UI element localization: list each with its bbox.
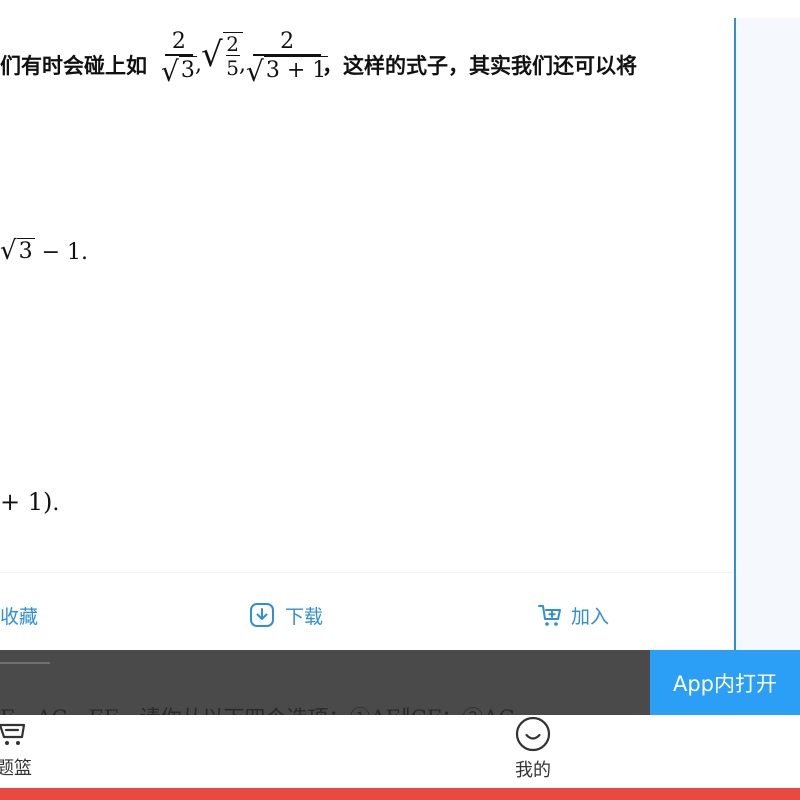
open-in-app-button[interactable]: App内打开 [650, 650, 800, 715]
tab-mine-label: 我的 [515, 760, 551, 781]
divider [0, 662, 50, 664]
expression-tail: − 1. [34, 240, 88, 265]
fraction-denominator: √ 3 + 1 [246, 54, 329, 88]
side-panel [736, 18, 800, 650]
problem-card: 们有时会碰上如 2 √ 3 , √ 2 5 , 2 √ 3 + 1 ，这样的式子，其… [0, 0, 735, 652]
tab-basket[interactable]: 题篮 [0, 715, 40, 780]
sqrt-2-over-5: √ 2 5 [201, 30, 243, 80]
tab-basket-label: 题篮 [0, 758, 32, 779]
problem-text-prefix: 们有时会碰上如 [0, 54, 147, 78]
download-label: 下载 [285, 605, 324, 628]
fraction-numerator: 2 [171, 29, 186, 54]
tab-mine[interactable]: 我的 [510, 715, 556, 782]
fraction-2-over-sqrt3-plus-1: 2 √ 3 + 1 [246, 29, 329, 88]
expression-sqrt3-minus-1: √ 3 − 1. [0, 236, 88, 266]
expression-fragment: + 1) [0, 488, 53, 516]
smile-user-icon [514, 715, 552, 758]
download-button[interactable]: 下载 [249, 600, 323, 630]
radicand: 3 [16, 238, 35, 264]
bottom-tab-bar: 题篮 我的 [0, 715, 800, 788]
expression-plus-1: + 1). [0, 488, 59, 516]
collect-button[interactable]: 收藏 [0, 600, 38, 630]
cart-add-icon [537, 602, 563, 628]
comma-separator-2: , [239, 52, 246, 77]
add-label: 加入 [571, 605, 610, 628]
next-problem-strip: E，AC，EF，请你从以下四个选项：①AE∥CF；②AC = [0, 650, 650, 715]
next-problem-preview: E，AC，EF，请你从以下四个选项：①AE∥CF；②AC = [0, 702, 539, 715]
fraction-denominator: 5 [226, 56, 240, 80]
red-bottom-strip [0, 788, 800, 800]
fraction-denominator: √ 3 [161, 54, 197, 88]
fraction-numerator: 2 [280, 29, 295, 54]
problem-text-suffix: ，这样的式子，其实我们还可以将 [322, 54, 637, 78]
expression-period: . [52, 491, 60, 516]
add-to-basket-button[interactable]: 加入 [537, 600, 609, 630]
basket-icon [0, 715, 32, 756]
divider [0, 572, 734, 573]
download-icon [249, 602, 275, 628]
collect-label: 收藏 [0, 605, 39, 628]
fraction-2-over-sqrt3: 2 √ 3 [161, 30, 197, 85]
fraction-numerator: 2 [226, 31, 240, 56]
open-in-app-label: App内打开 [672, 671, 778, 696]
